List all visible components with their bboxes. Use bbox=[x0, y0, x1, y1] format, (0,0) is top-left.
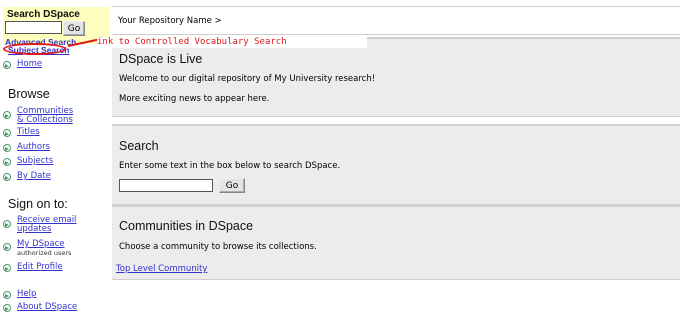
sidebar-item-label[interactable]: My DSpace bbox=[17, 240, 65, 249]
communities-text: Choose a community to browse its collect… bbox=[119, 242, 317, 252]
arrow-circle-icon bbox=[3, 304, 11, 312]
search-panel-title: Search bbox=[119, 139, 159, 153]
annotation-text: ink to Controlled Vocabulary Search bbox=[97, 37, 367, 48]
main-go-button[interactable]: Go bbox=[219, 178, 245, 193]
arrow-circle-icon bbox=[3, 111, 11, 119]
sign-on-heading: Sign on to: bbox=[8, 197, 68, 211]
news-title: DSpace is Live bbox=[119, 52, 203, 66]
arrow-circle-icon bbox=[3, 291, 11, 299]
browse-heading: Browse bbox=[8, 87, 50, 101]
arrow-circle-icon bbox=[3, 158, 11, 166]
arrow-circle-icon bbox=[3, 61, 11, 69]
arrow-circle-icon bbox=[3, 144, 11, 152]
sidebar-search-title: Search DSpace bbox=[7, 9, 80, 20]
sidebar-item-label-line2[interactable]: & Collections bbox=[17, 116, 73, 125]
communities-panel: Communities in DSpace Choose a community… bbox=[112, 205, 680, 280]
sidebar-search-input[interactable] bbox=[5, 21, 62, 34]
search-panel: Search Enter some text in the box below … bbox=[112, 124, 680, 205]
arrow-circle-icon bbox=[3, 220, 11, 228]
authorized-users-note: authorized users bbox=[17, 249, 72, 257]
arrow-circle-icon bbox=[3, 243, 11, 251]
arrow-circle-icon bbox=[3, 173, 11, 181]
sidebar-go-button[interactable]: Go bbox=[63, 21, 85, 36]
highlight-oval bbox=[3, 43, 66, 55]
arrow-circle-icon bbox=[3, 129, 11, 137]
communities-title: Communities in DSpace bbox=[119, 219, 254, 233]
news-line-2: More exciting news to appear here. bbox=[119, 94, 270, 104]
sidebar-item-label[interactable]: Titles bbox=[17, 128, 40, 137]
sidebar-item-label[interactable]: By Date bbox=[17, 172, 51, 181]
news-panel: DSpace is Live Welcome to our digital re… bbox=[112, 37, 680, 117]
news-line-1: Welcome to our digital repository of My … bbox=[119, 74, 376, 84]
sidebar-item-label[interactable]: Authors bbox=[17, 143, 50, 152]
breadcrumb: Your Repository Name > bbox=[118, 16, 222, 26]
top-level-community-link[interactable]: Top Level Community bbox=[116, 264, 207, 274]
sidebar-item-label-line2[interactable]: updates bbox=[17, 225, 51, 234]
sidebar-item-label[interactable]: Home bbox=[17, 60, 42, 69]
main-search-input[interactable] bbox=[119, 179, 213, 192]
sidebar-item-label[interactable]: Help bbox=[17, 290, 36, 299]
sidebar: Search DSpace Go Advanced Search Subject… bbox=[0, 0, 111, 315]
search-panel-text: Enter some text in the box below to sear… bbox=[119, 161, 341, 171]
arrow-circle-icon bbox=[3, 264, 11, 272]
sidebar-item-label[interactable]: About DSpace bbox=[17, 303, 77, 312]
sidebar-item-label[interactable]: Subjects bbox=[17, 157, 53, 166]
sidebar-item-label[interactable]: Edit Profile bbox=[17, 263, 63, 272]
